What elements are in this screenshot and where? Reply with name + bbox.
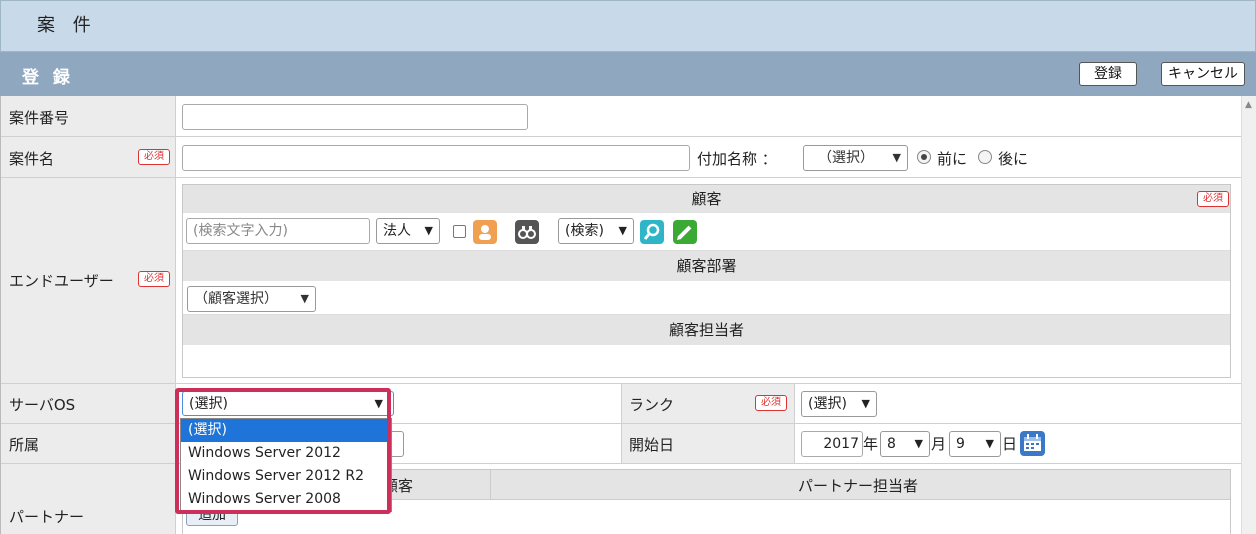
search-mode-select[interactable]: (検索) ▼ xyxy=(558,218,634,244)
page-header: 案 件 xyxy=(0,0,1256,52)
contact-header: 顧客担当者 xyxy=(183,315,1230,345)
radio-before[interactable] xyxy=(917,150,931,164)
scrollbar[interactable]: ▲ xyxy=(1241,96,1256,534)
customer-header: 顧客 xyxy=(183,185,1230,213)
required-badge: 必須 xyxy=(138,149,170,165)
year-unit: 年 xyxy=(863,435,879,453)
start-month-select[interactable]: 8 ▼ xyxy=(880,431,930,457)
chevron-down-icon: ▼ xyxy=(914,437,923,450)
chevron-down-icon: ▼ xyxy=(861,397,870,410)
radio-after[interactable] xyxy=(978,150,992,164)
affiliation-label: 所属 xyxy=(9,436,40,454)
required-badge: 必須 xyxy=(1197,191,1229,207)
contact-row xyxy=(183,345,1230,377)
rank-label: ランク xyxy=(629,396,675,414)
section-header: 登 録 xyxy=(0,52,1256,96)
start-date-label: 開始日 xyxy=(629,436,675,454)
server-os-label: サーバOS xyxy=(9,396,76,414)
calendar-icon[interactable] xyxy=(1020,431,1045,456)
required-badge: 必須 xyxy=(138,271,170,287)
customer-search-input[interactable]: (検索文字入力) xyxy=(186,218,370,244)
section-title: 登 録 xyxy=(22,68,74,88)
server-os-dropdown-list: (選択) Windows Server 2012 Windows Server … xyxy=(180,418,392,512)
chevron-down-icon: ▼ xyxy=(985,437,994,450)
start-day-select[interactable]: 9 ▼ xyxy=(949,431,1001,457)
person-icon[interactable] xyxy=(473,220,497,244)
partner-contact-header: パートナー担当者 xyxy=(798,477,919,495)
case-name-input[interactable] xyxy=(182,145,690,171)
cancel-button[interactable]: キャンセル xyxy=(1161,62,1245,86)
row-case-name: 案件名 必須 付加名称 ： （選択） ▼ 前に 後に xyxy=(1,137,1241,178)
suffix-name-select[interactable]: （選択） ▼ xyxy=(803,145,908,171)
edit-icon[interactable] xyxy=(673,220,697,244)
rank-select[interactable]: (選択) ▼ xyxy=(801,391,877,417)
suffix-name-label: 付加名称 ： xyxy=(697,150,777,168)
radio-after-label: 後に xyxy=(998,150,1029,168)
case-name-label: 案件名 xyxy=(9,150,55,168)
customer-type-select[interactable]: 法人 ▼ xyxy=(376,218,440,244)
start-year-input[interactable]: 2017 xyxy=(801,431,863,457)
chevron-down-icon: ▼ xyxy=(424,224,433,237)
customer-table: 顧客 必須 (検索文字入力) 法人 ▼ (検索) ▼ 顧客部署 （顧客選択） ▼… xyxy=(182,184,1231,378)
chevron-down-icon: ▼ xyxy=(892,151,901,164)
case-number-label: 案件番号 xyxy=(9,109,70,127)
department-header: 顧客部署 xyxy=(183,251,1230,281)
row-end-user: エンドユーザー 必須 顧客 必須 (検索文字入力) 法人 ▼ (検索) ▼ 顧客… xyxy=(1,178,1241,384)
server-os-select[interactable]: (選択) ▼ xyxy=(182,391,394,416)
corporate-checkbox[interactable] xyxy=(453,225,466,238)
partner-label: パートナー xyxy=(9,508,85,526)
end-user-label: エンドユーザー xyxy=(9,272,114,290)
row-case-number: 案件番号 xyxy=(1,96,1241,137)
register-button[interactable]: 登録 xyxy=(1079,62,1137,86)
dropdown-option[interactable]: (選択) xyxy=(181,419,391,442)
page-title: 案 件 xyxy=(37,15,97,36)
chevron-down-icon: ▼ xyxy=(618,224,627,237)
dropdown-option[interactable]: Windows Server 2012 R2 xyxy=(181,465,391,488)
chevron-down-icon: ▼ xyxy=(300,292,309,305)
dropdown-option[interactable]: Windows Server 2012 xyxy=(181,442,391,465)
search-icon[interactable] xyxy=(640,220,664,244)
dropdown-option[interactable]: Windows Server 2008 xyxy=(181,488,391,511)
scroll-up-icon[interactable]: ▲ xyxy=(1245,100,1252,110)
case-number-input[interactable] xyxy=(182,104,528,130)
required-badge: 必須 xyxy=(755,395,787,411)
department-select[interactable]: （顧客選択） ▼ xyxy=(187,286,316,312)
chevron-down-icon: ▼ xyxy=(374,397,383,410)
month-unit: 月 xyxy=(931,435,947,453)
binoculars-icon[interactable] xyxy=(515,220,539,244)
radio-before-label: 前に xyxy=(937,150,968,168)
day-unit: 日 xyxy=(1002,435,1018,453)
